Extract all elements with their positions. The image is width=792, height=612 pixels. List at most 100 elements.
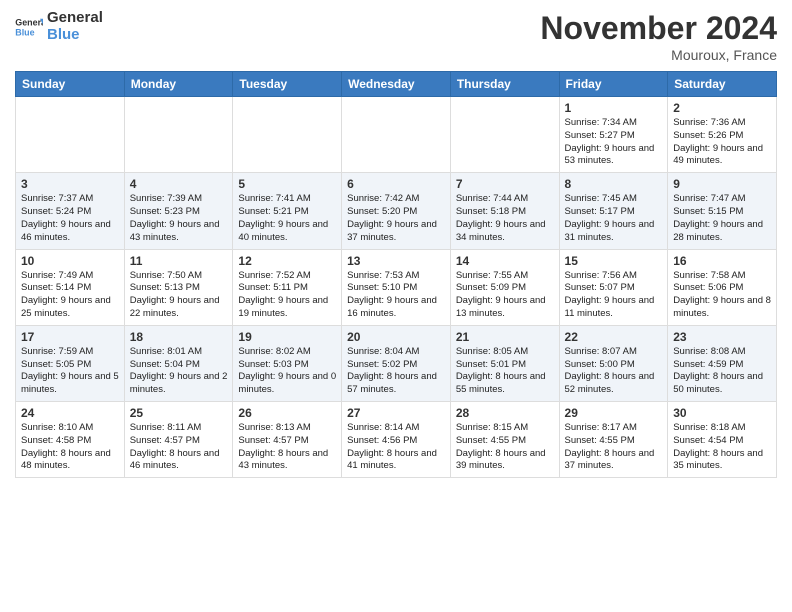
day-number: 2 bbox=[673, 101, 771, 115]
sunset-text: Sunset: 5:13 PM bbox=[130, 282, 200, 293]
day-number: 9 bbox=[673, 177, 771, 191]
day-number: 15 bbox=[565, 254, 663, 268]
day-info: Sunrise: 8:04 AMSunset: 5:02 PMDaylight:… bbox=[347, 346, 445, 397]
daylight-text: Daylight: 9 hours and 40 minutes. bbox=[238, 219, 328, 243]
sunrise-text: Sunrise: 7:39 AM bbox=[130, 193, 202, 204]
sunset-text: Sunset: 4:55 PM bbox=[456, 435, 526, 446]
calendar-week-row: 1Sunrise: 7:34 AMSunset: 5:27 PMDaylight… bbox=[16, 97, 777, 173]
sunset-text: Sunset: 5:07 PM bbox=[565, 282, 635, 293]
sunrise-text: Sunrise: 8:10 AM bbox=[21, 422, 93, 433]
calendar-cell: 9 Sunrise: 7:47 AMSunset: 5:15 PMDaylight… bbox=[668, 173, 777, 249]
sunset-text: Sunset: 5:01 PM bbox=[456, 359, 526, 370]
sunset-text: Sunset: 5:09 PM bbox=[456, 282, 526, 293]
daylight-text: Daylight: 9 hours and 43 minutes. bbox=[130, 219, 220, 243]
day-number: 30 bbox=[673, 406, 771, 420]
header: General Blue General Blue November 2024 … bbox=[15, 10, 777, 63]
sunset-text: Sunset: 4:57 PM bbox=[130, 435, 200, 446]
day-number: 10 bbox=[21, 254, 119, 268]
daylight-text: Daylight: 9 hours and 28 minutes. bbox=[673, 219, 763, 243]
day-number: 7 bbox=[456, 177, 554, 191]
calendar-cell: 14Sunrise: 7:55 AMSunset: 5:09 PMDayligh… bbox=[450, 249, 559, 325]
day-info: Sunrise: 7:47 AMSunset: 5:15 PMDaylight:… bbox=[673, 193, 771, 244]
calendar-cell: 1Sunrise: 7:34 AMSunset: 5:27 PMDaylight… bbox=[559, 97, 668, 173]
weekday-header-monday: Monday bbox=[124, 72, 233, 97]
calendar-week-row: 10Sunrise: 7:49 AMSunset: 5:14 PMDayligh… bbox=[16, 249, 777, 325]
day-number: 27 bbox=[347, 406, 445, 420]
title-block: November 2024 Mouroux, France bbox=[540, 10, 777, 63]
day-info: Sunrise: 7:49 AMSunset: 5:14 PMDaylight:… bbox=[21, 270, 119, 321]
day-info: Sunrise: 8:17 AMSunset: 4:55 PMDaylight:… bbox=[565, 422, 663, 473]
daylight-text: Daylight: 9 hours and 49 minutes. bbox=[673, 143, 763, 167]
sunset-text: Sunset: 5:26 PM bbox=[673, 130, 743, 141]
sunset-text: Sunset: 5:00 PM bbox=[565, 359, 635, 370]
calendar-cell bbox=[342, 97, 451, 173]
location: Mouroux, France bbox=[540, 47, 777, 63]
sunrise-text: Sunrise: 7:56 AM bbox=[565, 270, 637, 281]
sunset-text: Sunset: 5:23 PM bbox=[130, 206, 200, 217]
calendar-week-row: 3Sunrise: 7:37 AMSunset: 5:24 PMDaylight… bbox=[16, 173, 777, 249]
sunrise-text: Sunrise: 8:05 AM bbox=[456, 346, 528, 357]
day-number: 3 bbox=[21, 177, 119, 191]
sunset-text: Sunset: 4:57 PM bbox=[238, 435, 308, 446]
weekday-header-friday: Friday bbox=[559, 72, 668, 97]
sunset-text: Sunset: 4:59 PM bbox=[673, 359, 743, 370]
sunrise-text: Sunrise: 7:36 AM bbox=[673, 117, 745, 128]
sunset-text: Sunset: 5:03 PM bbox=[238, 359, 308, 370]
day-number: 21 bbox=[456, 330, 554, 344]
calendar-cell: 25Sunrise: 8:11 AMSunset: 4:57 PMDayligh… bbox=[124, 402, 233, 478]
day-number: 17 bbox=[21, 330, 119, 344]
day-number: 6 bbox=[347, 177, 445, 191]
svg-text:General: General bbox=[15, 17, 43, 27]
sunrise-text: Sunrise: 7:44 AM bbox=[456, 193, 528, 204]
day-number: 25 bbox=[130, 406, 228, 420]
calendar-cell: 17Sunrise: 7:59 AMSunset: 5:05 PMDayligh… bbox=[16, 325, 125, 401]
calendar-page: General Blue General Blue November 2024 … bbox=[0, 0, 792, 612]
logo-general: General bbox=[47, 10, 103, 27]
day-info: Sunrise: 7:55 AMSunset: 5:09 PMDaylight:… bbox=[456, 270, 554, 321]
calendar-cell: 15Sunrise: 7:56 AMSunset: 5:07 PMDayligh… bbox=[559, 249, 668, 325]
calendar-cell: 28Sunrise: 8:15 AMSunset: 4:55 PMDayligh… bbox=[450, 402, 559, 478]
daylight-text: Daylight: 8 hours and 46 minutes. bbox=[130, 448, 220, 472]
sunrise-text: Sunrise: 8:07 AM bbox=[565, 346, 637, 357]
calendar-week-row: 24Sunrise: 8:10 AMSunset: 4:58 PMDayligh… bbox=[16, 402, 777, 478]
calendar-cell: 2 Sunrise: 7:36 AM Sunset: 5:26 PM Daylight… bbox=[668, 97, 777, 173]
sunrise-text: Sunrise: 7:49 AM bbox=[21, 270, 93, 281]
day-number: 4 bbox=[130, 177, 228, 191]
sunset-text: Sunset: 5:02 PM bbox=[347, 359, 417, 370]
day-info: Sunrise: 8:15 AMSunset: 4:55 PMDaylight:… bbox=[456, 422, 554, 473]
sunset-text: Sunset: 4:55 PM bbox=[565, 435, 635, 446]
sunrise-text: Sunrise: 8:01 AM bbox=[130, 346, 202, 357]
calendar-cell: 27Sunrise: 8:14 AMSunset: 4:56 PMDayligh… bbox=[342, 402, 451, 478]
daylight-text: Daylight: 8 hours and 43 minutes. bbox=[238, 448, 328, 472]
day-info: Sunrise: 8:18 AMSunset: 4:54 PMDaylight:… bbox=[673, 422, 771, 473]
sunrise-text: Sunrise: 7:59 AM bbox=[21, 346, 93, 357]
sunset-text: Sunset: 5:14 PM bbox=[21, 282, 91, 293]
day-info: Sunrise: 7:42 AMSunset: 5:20 PMDaylight:… bbox=[347, 193, 445, 244]
calendar-cell bbox=[124, 97, 233, 173]
daylight-text: Daylight: 9 hours and 5 minutes. bbox=[21, 371, 119, 395]
calendar-cell: 12Sunrise: 7:52 AMSunset: 5:11 PMDayligh… bbox=[233, 249, 342, 325]
sunset-text: Sunset: 5:17 PM bbox=[565, 206, 635, 217]
weekday-header-sunday: Sunday bbox=[16, 72, 125, 97]
sunset-text: Sunset: 5:24 PM bbox=[21, 206, 91, 217]
calendar-cell bbox=[16, 97, 125, 173]
svg-text:Blue: Blue bbox=[15, 27, 34, 37]
calendar-cell: 6Sunrise: 7:42 AMSunset: 5:20 PMDaylight… bbox=[342, 173, 451, 249]
calendar-cell bbox=[450, 97, 559, 173]
calendar-cell: 5Sunrise: 7:41 AMSunset: 5:21 PMDaylight… bbox=[233, 173, 342, 249]
day-number: 16 bbox=[673, 254, 771, 268]
daylight-text: Daylight: 9 hours and 16 minutes. bbox=[347, 295, 437, 319]
day-info: Sunrise: 7:53 AMSunset: 5:10 PMDaylight:… bbox=[347, 270, 445, 321]
calendar-cell: 16Sunrise: 7:58 AMSunset: 5:06 PMDayligh… bbox=[668, 249, 777, 325]
sunset-text: Sunset: 5:20 PM bbox=[347, 206, 417, 217]
day-number: 29 bbox=[565, 406, 663, 420]
day-info: Sunrise: 7:52 AMSunset: 5:11 PMDaylight:… bbox=[238, 270, 336, 321]
sunset-text: Sunset: 5:11 PM bbox=[238, 282, 308, 293]
sunrise-text: Sunrise: 7:50 AM bbox=[130, 270, 202, 281]
day-info: Sunrise: 8:10 AMSunset: 4:58 PMDaylight:… bbox=[21, 422, 119, 473]
sunrise-text: Sunrise: 8:17 AM bbox=[565, 422, 637, 433]
daylight-text: Daylight: 8 hours and 41 minutes. bbox=[347, 448, 437, 472]
sunrise-text: Sunrise: 7:42 AM bbox=[347, 193, 419, 204]
day-info: Sunrise: 7:45 AMSunset: 5:17 PMDaylight:… bbox=[565, 193, 663, 244]
day-number: 13 bbox=[347, 254, 445, 268]
